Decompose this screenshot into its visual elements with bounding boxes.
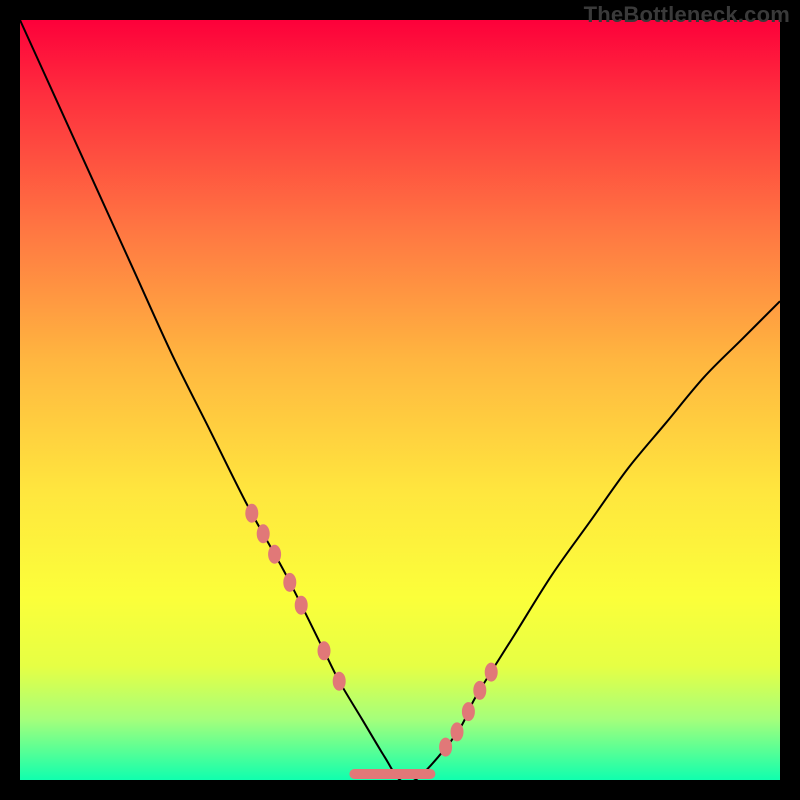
curve-marker xyxy=(295,596,307,614)
curve-marker xyxy=(451,723,463,741)
curve-marker xyxy=(440,738,452,756)
curve-marker xyxy=(269,545,281,563)
curve-marker xyxy=(246,504,258,522)
chart-svg xyxy=(20,20,780,780)
curve-marker xyxy=(318,642,330,660)
bottleneck-curve xyxy=(20,20,780,783)
chart-plot-area xyxy=(20,20,780,780)
curve-marker xyxy=(474,681,486,699)
curve-marker xyxy=(462,703,474,721)
curve-marker xyxy=(284,573,296,591)
curve-marker xyxy=(333,672,345,690)
curve-marker xyxy=(485,663,497,681)
watermark-text: TheBottleneck.com xyxy=(584,2,790,28)
curve-marker xyxy=(257,525,269,543)
chart-frame: TheBottleneck.com xyxy=(0,0,800,800)
curve-markers xyxy=(246,504,497,756)
